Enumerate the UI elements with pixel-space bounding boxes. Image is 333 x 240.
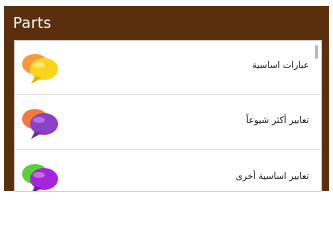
list-item[interactable]: تعابير اساسية أخرى	[15, 151, 321, 191]
list-item[interactable]: تعابير أكثر شيوعاً	[15, 96, 321, 150]
parts-panel: Parts عبارات اساسية تعابير أكثر شيوعاً ت…	[4, 6, 329, 192]
chat-bubbles-icon	[22, 54, 58, 84]
app-window: Parts عبارات اساسية تعابير أكثر شيوعاً ت…	[0, 0, 333, 200]
chat-bubbles-icon	[22, 164, 58, 191]
page-title: Parts	[13, 14, 52, 32]
list-item[interactable]: عبارات اساسية	[15, 41, 321, 95]
list-item-label: تعابير اساسية أخرى	[235, 172, 309, 182]
parts-list[interactable]: عبارات اساسية تعابير أكثر شيوعاً تعابير …	[14, 40, 322, 192]
list-scrollbar[interactable]	[315, 45, 318, 59]
list-item-label: عبارات اساسية	[252, 61, 309, 71]
chat-bubbles-icon	[22, 109, 58, 139]
list-item-label: تعابير أكثر شيوعاً	[246, 116, 309, 126]
